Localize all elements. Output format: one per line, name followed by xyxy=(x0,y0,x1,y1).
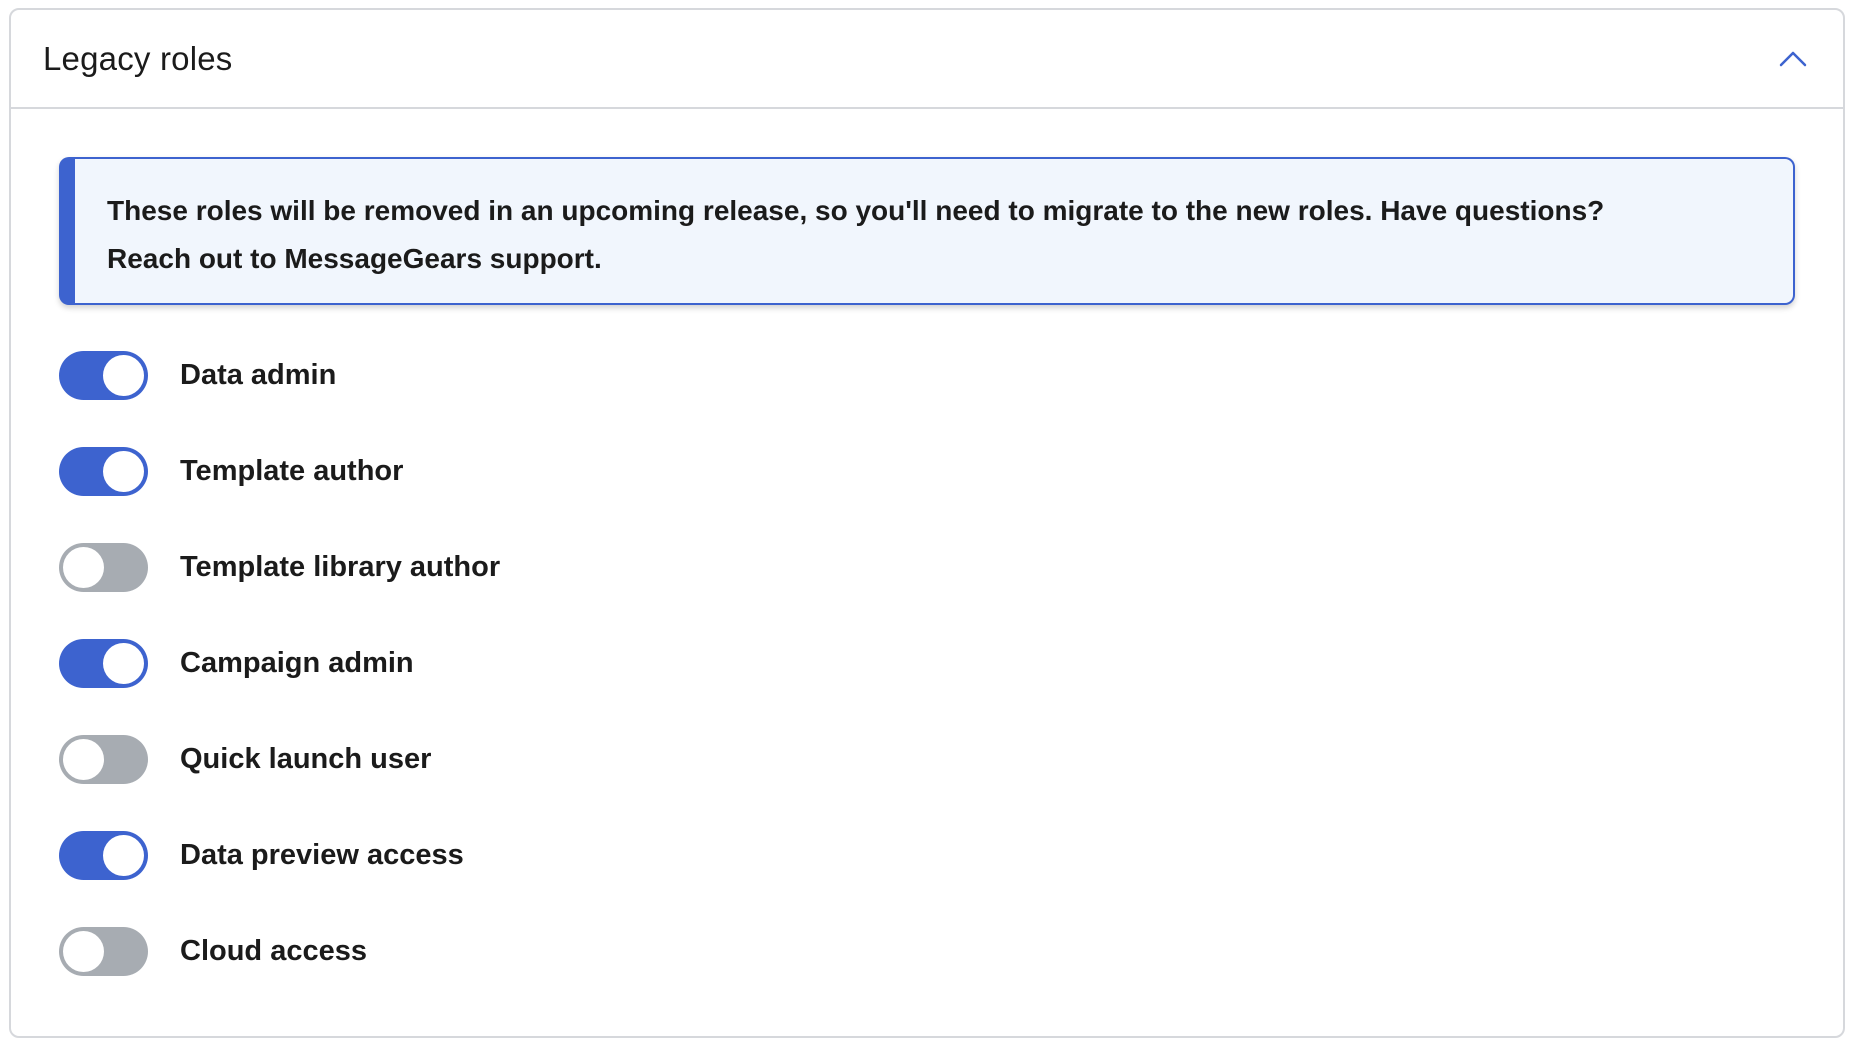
role-label: Campaign admin xyxy=(180,647,414,679)
legacy-roles-panel: Legacy roles These roles will be removed… xyxy=(9,8,1845,1038)
role-label: Data admin xyxy=(180,359,337,391)
template-author-toggle[interactable] xyxy=(59,447,148,496)
panel-header[interactable]: Legacy roles xyxy=(11,10,1843,109)
panel-body: These roles will be removed in an upcomi… xyxy=(11,109,1843,976)
role-label: Data preview access xyxy=(180,839,464,871)
toggle-knob xyxy=(103,451,144,492)
toggle-knob xyxy=(103,835,144,876)
role-row-data-preview-access: Data preview access xyxy=(59,831,1795,880)
role-row-template-author: Template author xyxy=(59,447,1795,496)
toggle-knob xyxy=(63,547,104,588)
quick-launch-user-toggle[interactable] xyxy=(59,735,148,784)
chevron-up-icon xyxy=(1779,51,1807,66)
cloud-access-toggle[interactable] xyxy=(59,927,148,976)
data-preview-access-toggle[interactable] xyxy=(59,831,148,880)
role-row-template-library-author: Template library author xyxy=(59,543,1795,592)
collapse-button[interactable] xyxy=(1771,37,1815,81)
role-label: Template author xyxy=(180,455,404,487)
role-row-quick-launch-user: Quick launch user xyxy=(59,735,1795,784)
role-label: Cloud access xyxy=(180,935,367,967)
panel-title: Legacy roles xyxy=(43,39,233,77)
notice-line-2: Reach out to MessageGears support. xyxy=(107,243,602,274)
role-row-campaign-admin: Campaign admin xyxy=(59,639,1795,688)
data-admin-toggle[interactable] xyxy=(59,351,148,400)
toggle-knob xyxy=(103,355,144,396)
notice-line-1: These roles will be removed in an upcomi… xyxy=(107,195,1605,226)
deprecation-notice: These roles will be removed in an upcomi… xyxy=(59,157,1795,305)
toggle-knob xyxy=(63,739,104,780)
role-label: Quick launch user xyxy=(180,743,432,775)
roles-list: Data admin Template author Template libr… xyxy=(59,351,1795,976)
template-library-author-toggle[interactable] xyxy=(59,543,148,592)
toggle-knob xyxy=(63,931,104,972)
toggle-knob xyxy=(103,643,144,684)
role-label: Template library author xyxy=(180,551,501,583)
campaign-admin-toggle[interactable] xyxy=(59,639,148,688)
role-row-data-admin: Data admin xyxy=(59,351,1795,400)
role-row-cloud-access: Cloud access xyxy=(59,927,1795,976)
